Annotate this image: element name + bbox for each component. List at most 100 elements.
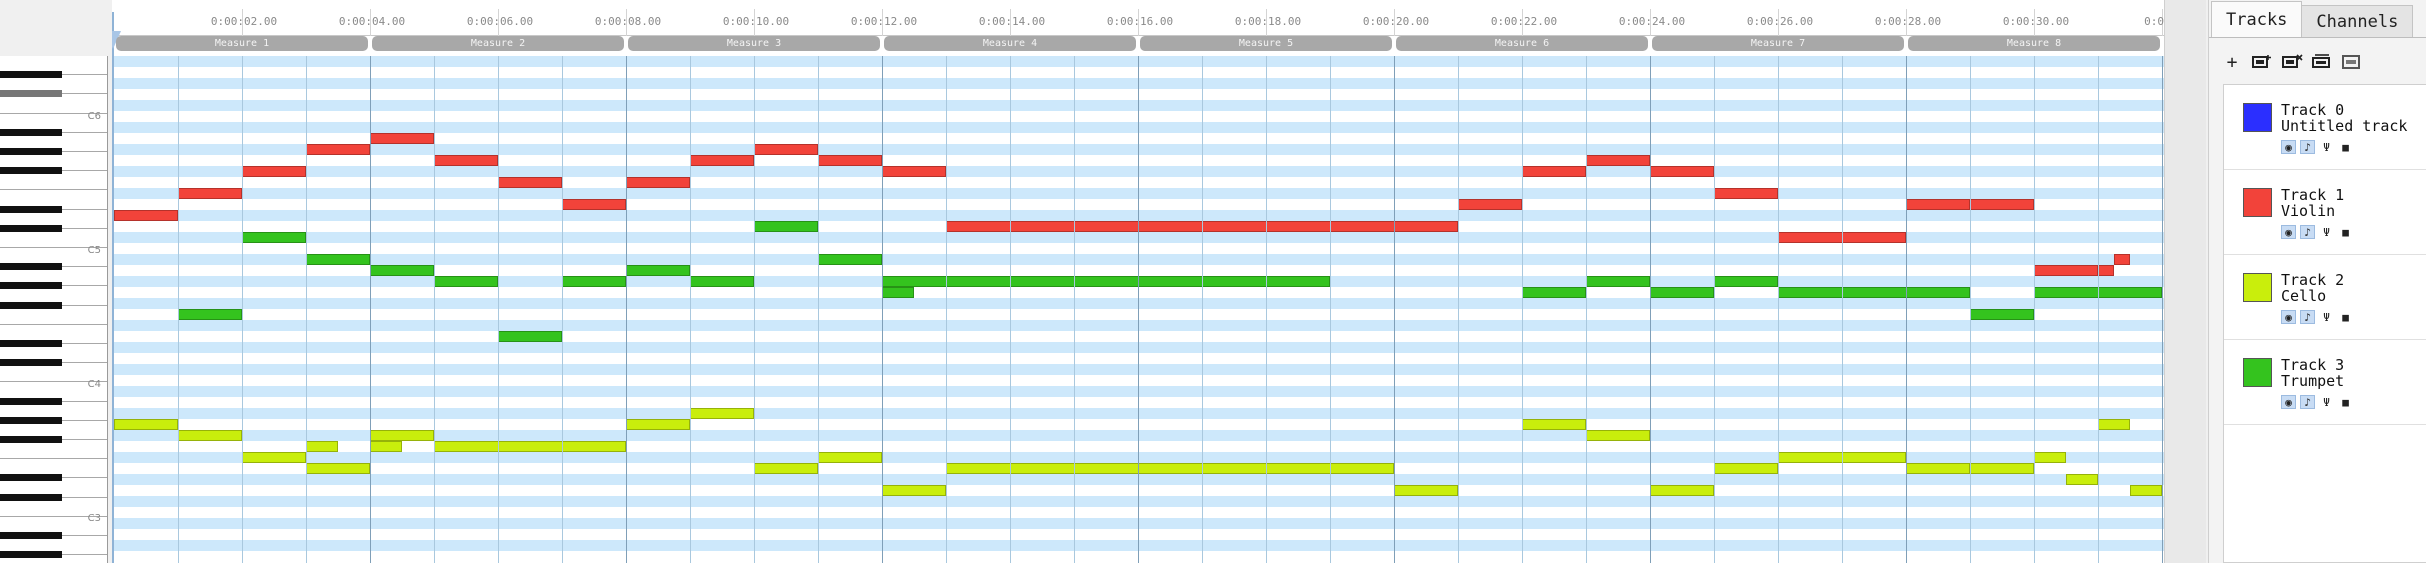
trumpet-note[interactable] bbox=[882, 276, 1330, 287]
cello-note[interactable] bbox=[1394, 485, 1458, 496]
black-key[interactable] bbox=[0, 474, 62, 482]
cello-note[interactable] bbox=[1714, 463, 1778, 474]
piano-roll[interactable]: 0:00:02.00 0:00:04.00 0:00:06.00 0:00:08.00… bbox=[112, 0, 2164, 563]
trumpet-note[interactable] bbox=[1970, 309, 2034, 320]
cello-note[interactable] bbox=[754, 463, 818, 474]
measure-label[interactable]: Measure 4 bbox=[884, 36, 1136, 51]
black-key[interactable] bbox=[0, 397, 62, 405]
eye-icon[interactable]: ◉ bbox=[2281, 225, 2296, 239]
violin-note[interactable] bbox=[1522, 166, 1586, 177]
add-icon[interactable]: + bbox=[2221, 51, 2243, 73]
track-item[interactable]: Track 1 Violin ◉ ♪ Ψ ■ bbox=[2224, 170, 2426, 255]
trumpet-note[interactable] bbox=[242, 232, 306, 243]
speaker-icon[interactable]: ♪ bbox=[2300, 310, 2315, 324]
track-color-swatch[interactable] bbox=[2243, 188, 2272, 217]
black-key[interactable] bbox=[0, 224, 62, 232]
trumpet-note[interactable] bbox=[626, 265, 690, 276]
cello-note[interactable] bbox=[1522, 419, 1586, 430]
cello-note[interactable] bbox=[370, 430, 434, 441]
violin-note[interactable] bbox=[2114, 254, 2130, 265]
black-key[interactable] bbox=[0, 128, 62, 136]
measure-label[interactable]: Measure 8 bbox=[1908, 36, 2160, 51]
cello-note[interactable] bbox=[626, 419, 690, 430]
tuning-fork-icon[interactable]: Ψ bbox=[2319, 395, 2334, 409]
track-item[interactable]: Track 0 Untitled track ◉ ♪ Ψ ■ bbox=[2224, 85, 2426, 170]
trumpet-note[interactable] bbox=[370, 265, 434, 276]
trash-icon[interactable]: ■ bbox=[2338, 225, 2353, 239]
piano-keyboard[interactable]: C6 C5 C4 C3 bbox=[0, 56, 108, 563]
trumpet-note[interactable] bbox=[690, 276, 754, 287]
black-key[interactable] bbox=[0, 301, 62, 309]
tuning-fork-icon[interactable]: Ψ bbox=[2319, 225, 2334, 239]
trash-icon[interactable]: ■ bbox=[2338, 140, 2353, 154]
violin-note[interactable] bbox=[626, 177, 690, 188]
measure-label[interactable]: Measure 7 bbox=[1652, 36, 1904, 51]
violin-note[interactable] bbox=[2098, 265, 2114, 276]
violin-note[interactable] bbox=[242, 166, 306, 177]
trumpet-note[interactable] bbox=[1778, 287, 1970, 298]
black-key[interactable] bbox=[0, 340, 62, 347]
black-key[interactable] bbox=[0, 90, 62, 98]
tab-channels[interactable]: Channels bbox=[2301, 5, 2414, 37]
track-color-swatch[interactable] bbox=[2243, 103, 2272, 132]
measure-label[interactable]: Measure 1 bbox=[116, 36, 368, 51]
violin-note[interactable] bbox=[1458, 199, 1522, 210]
black-key[interactable] bbox=[0, 436, 62, 443]
eye-icon[interactable]: ◉ bbox=[2281, 310, 2296, 324]
violin-note[interactable] bbox=[114, 210, 178, 221]
violin-note[interactable] bbox=[1906, 199, 1970, 210]
tab-tracks[interactable]: Tracks bbox=[2211, 1, 2303, 37]
violin-note[interactable] bbox=[882, 166, 946, 177]
cello-note[interactable] bbox=[882, 485, 946, 496]
violin-note[interactable] bbox=[498, 177, 562, 188]
cello-note[interactable] bbox=[2130, 485, 2162, 496]
tuning-fork-icon[interactable]: Ψ bbox=[2319, 310, 2334, 324]
violin-note[interactable] bbox=[1650, 166, 1714, 177]
speaker-icon[interactable]: ♪ bbox=[2300, 140, 2315, 154]
trash-icon[interactable]: ■ bbox=[2338, 395, 2353, 409]
trumpet-note[interactable] bbox=[882, 287, 914, 298]
violin-note[interactable] bbox=[1970, 199, 2034, 210]
remove-track-icon[interactable] bbox=[2281, 51, 2303, 73]
violin-note[interactable] bbox=[434, 155, 498, 166]
trumpet-note[interactable] bbox=[1522, 287, 1586, 298]
trumpet-note[interactable] bbox=[306, 254, 370, 265]
black-key[interactable] bbox=[0, 148, 62, 155]
track-item[interactable]: Track 3 Trumpet ◉ ♪ Ψ ■ bbox=[2224, 340, 2426, 425]
violin-note[interactable] bbox=[754, 144, 818, 155]
trumpet-note[interactable] bbox=[1650, 287, 1714, 298]
cello-note[interactable] bbox=[2034, 452, 2066, 463]
cello-note[interactable] bbox=[306, 441, 338, 452]
play-track-icon[interactable] bbox=[2311, 51, 2333, 73]
trumpet-note[interactable] bbox=[754, 221, 818, 232]
violin-note[interactable] bbox=[370, 133, 434, 144]
cello-note[interactable] bbox=[818, 452, 882, 463]
speaker-icon[interactable]: ♪ bbox=[2300, 225, 2315, 239]
measure-label[interactable]: Measure 6 bbox=[1396, 36, 1648, 51]
playhead[interactable] bbox=[112, 12, 121, 563]
trumpet-note[interactable] bbox=[498, 331, 562, 342]
cello-note[interactable] bbox=[242, 452, 306, 463]
cello-note[interactable] bbox=[2098, 419, 2130, 430]
black-key[interactable] bbox=[0, 359, 62, 367]
black-key[interactable] bbox=[0, 532, 62, 539]
measure-label[interactable]: Measure 3 bbox=[628, 36, 880, 51]
track-item[interactable]: Track 2 Cello ◉ ♪ Ψ ■ bbox=[2224, 255, 2426, 340]
cello-note[interactable] bbox=[2066, 474, 2098, 485]
eye-icon[interactable]: ◉ bbox=[2281, 140, 2296, 154]
measure-label[interactable]: Measure 2 bbox=[372, 36, 624, 51]
violin-note[interactable] bbox=[690, 155, 754, 166]
cello-note[interactable] bbox=[1650, 485, 1714, 496]
trumpet-note[interactable] bbox=[178, 309, 242, 320]
trumpet-note[interactable] bbox=[1586, 276, 1650, 287]
cello-note[interactable] bbox=[178, 430, 242, 441]
black-key[interactable] bbox=[0, 282, 62, 290]
violin-note[interactable] bbox=[562, 199, 626, 210]
black-key[interactable] bbox=[0, 71, 62, 79]
vertical-scrollbar[interactable] bbox=[2164, 0, 2206, 563]
violin-note[interactable] bbox=[818, 155, 882, 166]
trumpet-note[interactable] bbox=[818, 254, 882, 265]
black-key[interactable] bbox=[0, 551, 62, 559]
violin-note[interactable] bbox=[306, 144, 370, 155]
black-key[interactable] bbox=[0, 416, 62, 424]
